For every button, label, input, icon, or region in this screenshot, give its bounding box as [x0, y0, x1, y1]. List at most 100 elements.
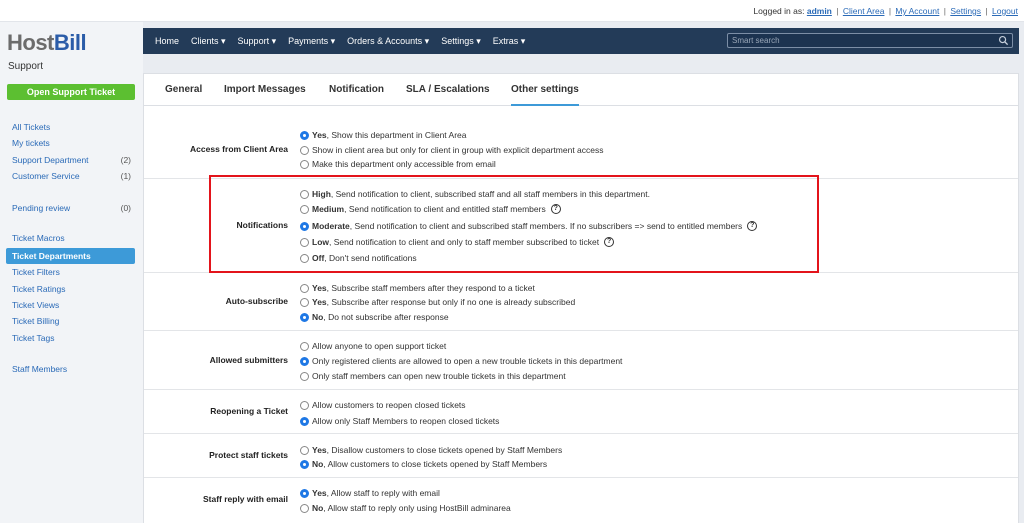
sidebar-item-label: My tickets — [12, 138, 50, 148]
radio-option[interactable]: Yes, Disallow customers to close tickets… — [300, 443, 562, 457]
option-description: , Show this department in Client Area — [326, 130, 467, 140]
sidebar-item-ticket-ratings[interactable]: Ticket Ratings — [6, 281, 135, 297]
sidebar-item-count: (2) — [120, 155, 131, 165]
sidebar-item-label: Staff Members — [12, 364, 68, 374]
sidebar-item-ticket-filters[interactable]: Ticket Filters — [6, 264, 135, 280]
sidebar-item-label: Ticket Departments — [12, 251, 91, 261]
radio-option[interactable]: Allow only Staff Members to reopen close… — [300, 414, 499, 428]
radio-option[interactable]: Allow anyone to open support ticket — [300, 339, 446, 353]
smart-search[interactable] — [727, 33, 1013, 48]
radio-button[interactable] — [300, 297, 309, 307]
hostbill-logo[interactable]: HostBill — [7, 30, 87, 56]
setting-row-access-from-client-area: Access from Client Area Yes, Show this de… — [144, 108, 1018, 179]
sidebar-item-my-tickets[interactable]: My tickets — [6, 135, 135, 151]
sidebar-item-ticket-billing[interactable]: Ticket Billing — [6, 313, 135, 329]
tab-notification[interactable]: Notification — [329, 74, 384, 106]
radio-button-selected[interactable] — [300, 416, 309, 426]
radio-option[interactable]: No, Do not subscribe after response — [300, 310, 449, 324]
setting-row-auto-subscribe: Auto-subscribe Yes, Subscribe staff membe… — [144, 273, 1018, 331]
radio-option[interactable]: Yes, Allow staff to reply with email — [300, 486, 440, 500]
settings-tabs: General Import Messages Notification SLA / … — [144, 74, 1018, 106]
nav-menu-home[interactable]: Home — [149, 28, 185, 54]
radio-button[interactable] — [300, 283, 309, 293]
radio-button[interactable] — [300, 503, 309, 513]
radio-button[interactable] — [300, 445, 309, 455]
radio-button-selected[interactable] — [300, 130, 309, 140]
radio-option[interactable]: Yes, Subscribe staff members after they … — [300, 281, 535, 295]
sidebar-item-ticket-macros[interactable]: Ticket Macros — [6, 230, 135, 246]
option-description: Allow customers to reopen closed tickets — [312, 400, 466, 410]
sidebar-item-pending-review[interactable]: Pending review (0) — [6, 200, 135, 216]
option-value: No — [312, 312, 324, 322]
option-description: Allow anyone to open support ticket — [312, 341, 447, 351]
radio-option[interactable]: Allow customers to reopen closed tickets — [300, 398, 466, 412]
radio-option[interactable]: No, Allow customers to close tickets ope… — [300, 457, 547, 471]
my-account-link[interactable]: My Account — [895, 6, 939, 16]
nav-menu-clients[interactable]: Clients ▾ — [185, 28, 232, 54]
option-description: , Disallow customers to close tickets op… — [326, 445, 563, 455]
tab-other-settings[interactable]: Other settings — [511, 74, 579, 106]
logged-in-label: Logged in as: — [753, 6, 805, 16]
radio-option[interactable]: Make this department only accessible fro… — [300, 157, 496, 171]
radio-option[interactable]: Only registered clients are allowed to o… — [300, 354, 622, 368]
option-description: Only registered clients are allowed to o… — [312, 356, 623, 366]
radio-option[interactable]: Yes, Subscribe after response but only i… — [300, 295, 575, 309]
setting-row-reopening-a-ticket: Reopening a Ticket Allow customers to reo… — [144, 390, 1018, 434]
sidebar-item-label: Pending review — [12, 203, 71, 213]
sidebar-item-ticket-views[interactable]: Ticket Views — [6, 297, 135, 313]
sidebar-item-label: Ticket Filters — [12, 267, 60, 277]
logout-link[interactable]: Logout — [992, 6, 1018, 16]
radio-option[interactable]: Yes, Show this department in Client Area — [300, 128, 467, 142]
nav-menu-extras[interactable]: Extras ▾ — [487, 28, 532, 54]
option-description: , Do not subscribe after response — [323, 312, 449, 322]
sidebar-item-count: (1) — [120, 171, 131, 181]
setting-label: Protect staff tickets — [209, 450, 288, 460]
sidebar-item-all-tickets[interactable]: All Tickets — [6, 119, 135, 135]
sidebar-item-support-department[interactable]: Support Department (2) — [6, 152, 135, 168]
sidebar-item-label: Support Department — [12, 155, 89, 165]
settings-link[interactable]: Settings — [950, 6, 981, 16]
sidebar-item-label: All Tickets — [12, 122, 51, 132]
radio-button[interactable] — [300, 159, 309, 169]
sidebar-item-ticket-tags[interactable]: Ticket Tags — [6, 330, 135, 346]
radio-option[interactable]: Show in client area but only for client … — [300, 143, 604, 157]
radio-button-selected[interactable] — [300, 356, 309, 366]
settings-panel: General Import Messages Notification SLA / … — [143, 73, 1019, 523]
tab-import-messages[interactable]: Import Messages — [224, 74, 306, 106]
sidebar-item-count: (0) — [120, 203, 131, 213]
sidebar-item-staff-members[interactable]: Staff Members — [6, 361, 135, 377]
client-area-link[interactable]: Client Area — [843, 6, 885, 16]
open-support-ticket-button[interactable]: Open Support Ticket — [7, 84, 135, 100]
option-value: Yes — [312, 445, 327, 455]
option-description: Show in client area but only for client … — [312, 145, 604, 155]
option-value: Yes — [312, 488, 327, 498]
sidebar-item-label: Ticket Views — [12, 300, 60, 310]
radio-button[interactable] — [300, 400, 309, 410]
tab-sla-escalations[interactable]: SLA / Escalations — [406, 74, 490, 106]
setting-row-protect-staff-tickets: Protect staff tickets Yes, Disallow custo… — [144, 434, 1018, 478]
radio-option[interactable]: Only staff members can open new trouble … — [300, 369, 566, 383]
option-description: , Subscribe staff members after they res… — [326, 283, 535, 293]
admin-user-link[interactable]: admin — [807, 6, 832, 16]
nav-menu-payments[interactable]: Payments ▾ — [282, 28, 341, 54]
radio-button[interactable] — [300, 371, 309, 381]
radio-button[interactable] — [300, 145, 309, 155]
sidebar-item-ticket-departments[interactable]: Ticket Departments — [6, 248, 135, 264]
radio-button-selected[interactable] — [300, 312, 309, 322]
tab-general[interactable]: General — [165, 74, 202, 106]
option-value: Yes — [312, 130, 327, 140]
option-description: , Allow staff to reply with email — [326, 488, 440, 498]
nav-menu-support[interactable]: Support ▾ — [232, 28, 283, 54]
nav-menu-orders-accounts[interactable]: Orders & Accounts ▾ — [341, 28, 435, 54]
setting-label: Staff reply with email — [202, 494, 288, 504]
radio-button-selected[interactable] — [300, 459, 309, 469]
radio-button-selected[interactable] — [300, 488, 309, 498]
radio-button[interactable] — [300, 341, 309, 351]
sidebar-item-label: Customer Service — [12, 171, 80, 181]
radio-option[interactable]: No, Allow staff to reply only using Host… — [300, 501, 511, 515]
setting-row-staff-reply-with-email: Staff reply with email Yes, Allow staff t… — [144, 478, 1018, 523]
search-icon[interactable] — [998, 35, 1009, 46]
smart-search-input[interactable] — [728, 34, 988, 47]
nav-menu-settings[interactable]: Settings ▾ — [435, 28, 487, 54]
sidebar-item-customer-service[interactable]: Customer Service (1) — [6, 168, 135, 184]
